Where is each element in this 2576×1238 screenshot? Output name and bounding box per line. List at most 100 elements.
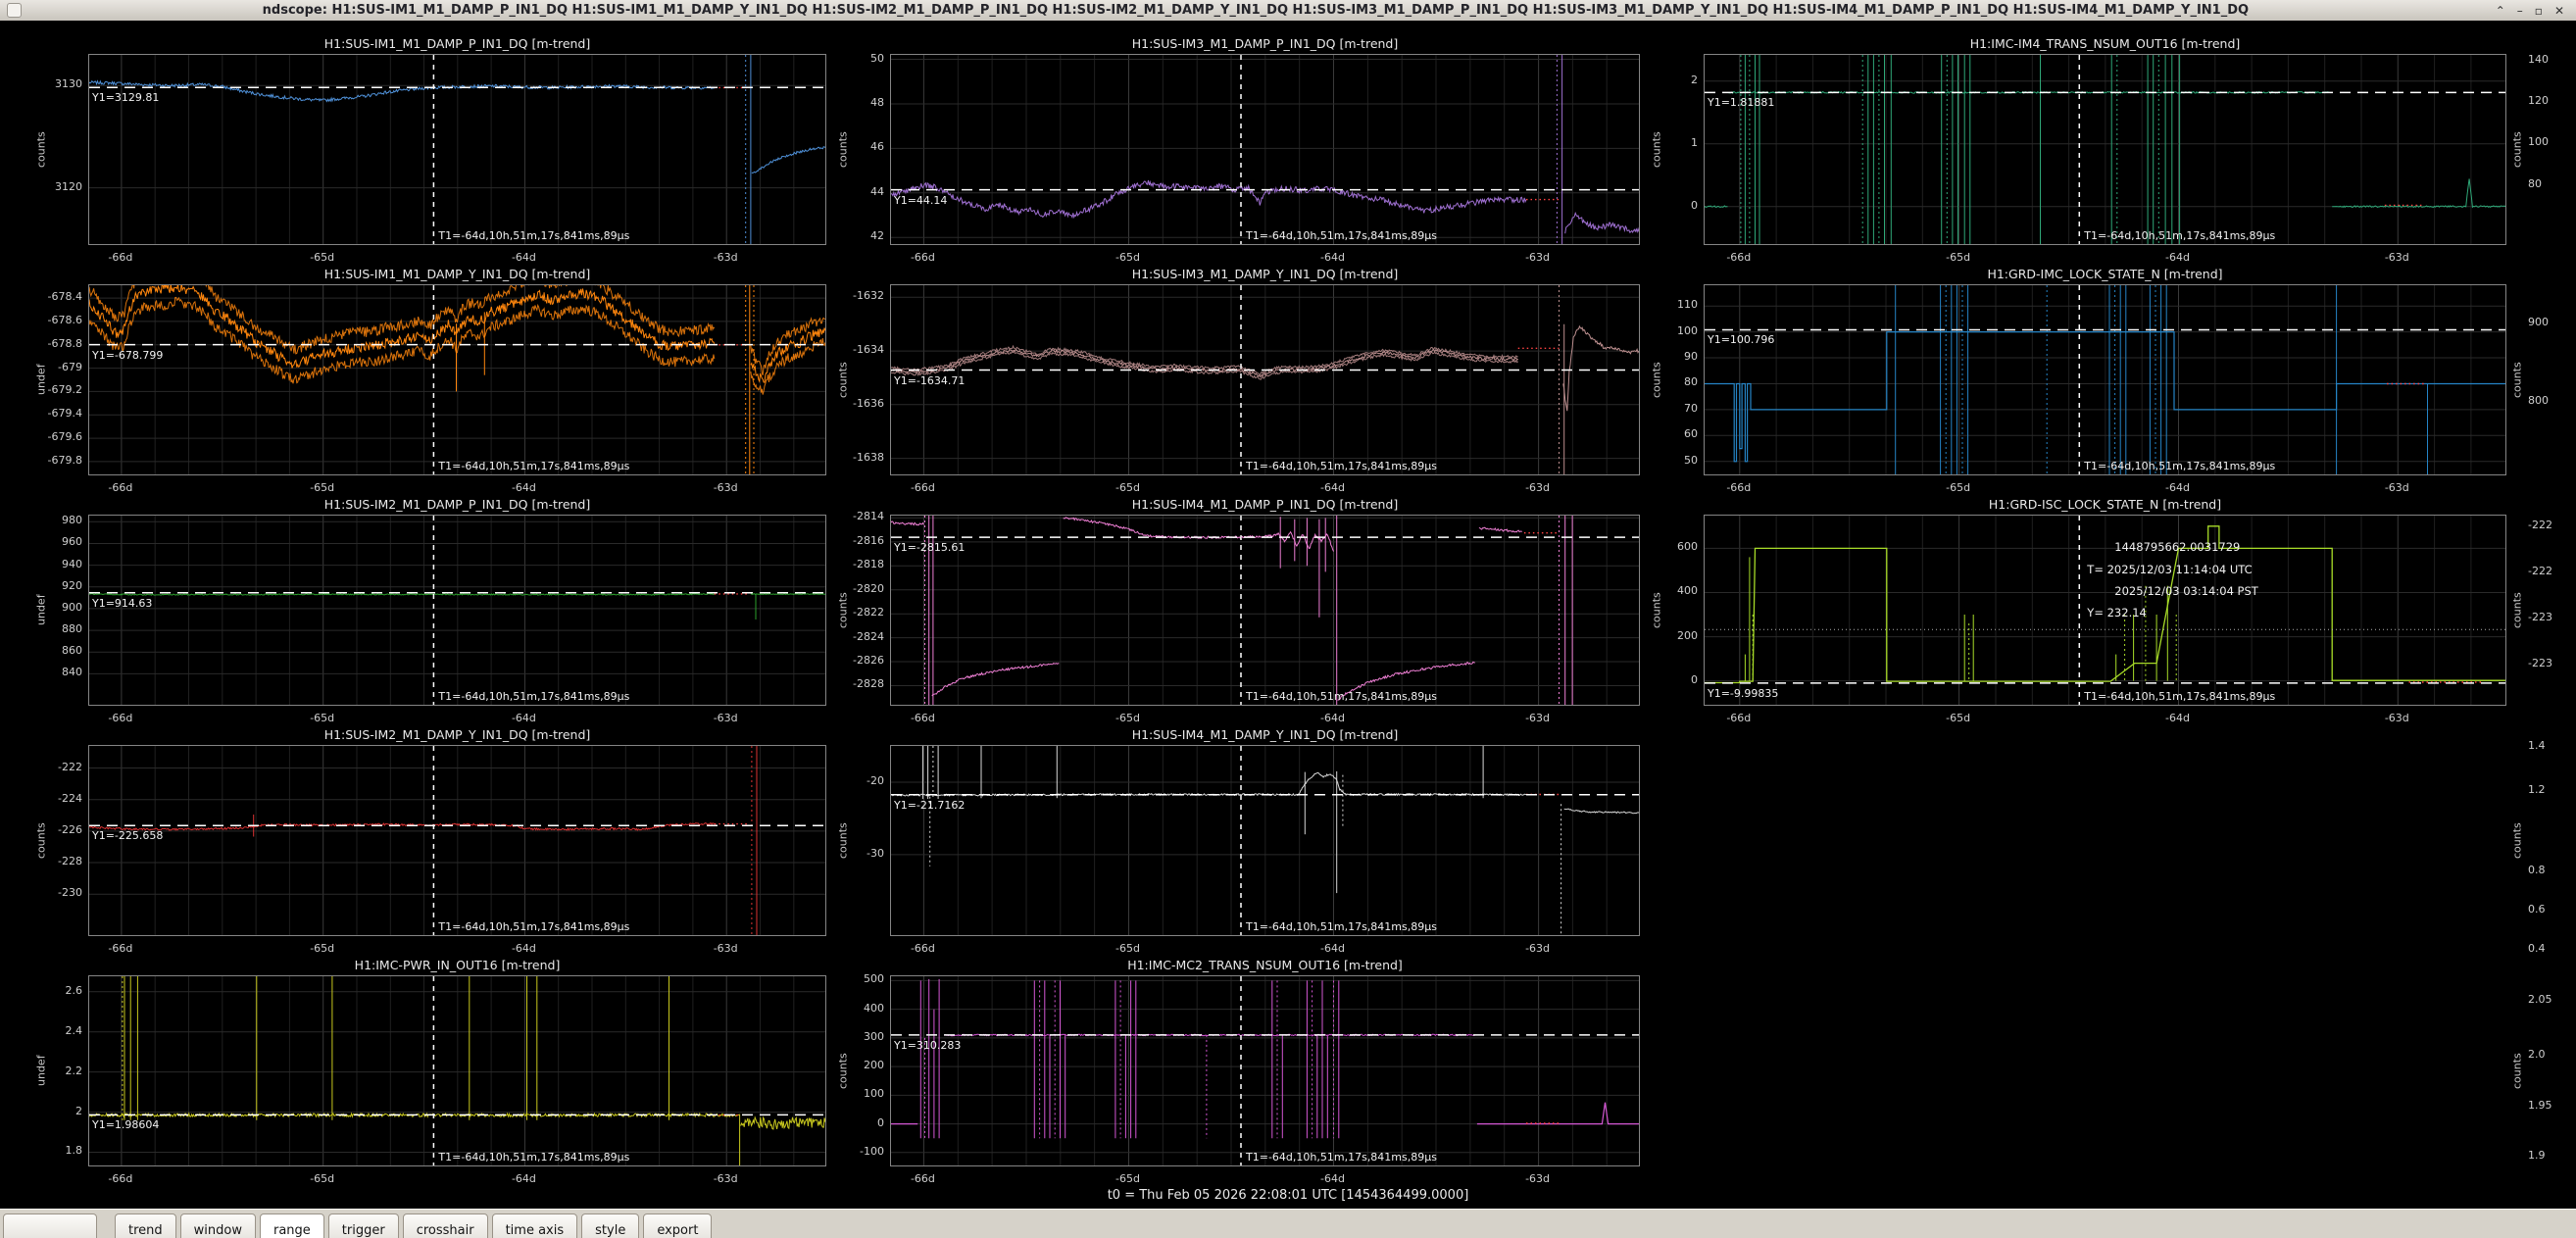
plot-area-sus-im1-m1-damp-y-in1-dq[interactable]: Y1=-678.799T1=-64d,10h,51m,17s,841ms,89µ… [88, 284, 826, 475]
plot-title: H1:SUS-IM1_M1_DAMP_P_IN1_DQ [m-trend] [88, 36, 826, 51]
x-tick-label: -66d [108, 1172, 132, 1185]
y-tick-label: 100 [1657, 324, 1698, 337]
x-tick-label: -64d [512, 712, 536, 724]
y-tick-label: -679.2 [41, 383, 82, 396]
t1-cursor-label: T1=-64d,10h,51m,17s,841ms,89µs [1246, 460, 1437, 472]
toolbar-button-range[interactable]: range [260, 1213, 324, 1238]
t1-cursor-label: T1=-64d,10h,51m,17s,841ms,89µs [2084, 460, 2275, 472]
plot-title: H1:SUS-IM3_M1_DAMP_Y_IN1_DQ [m-trend] [890, 267, 1640, 281]
plot-area-sus-im2-m1-damp-y-in1-dq[interactable]: Y1=-225.658T1=-64d,10h,51m,17s,841ms,89µ… [88, 745, 826, 936]
plot-cell-sus-im4-m1-damp-p-in1-dq: H1:SUS-IM4_M1_DAMP_P_IN1_DQ [m-trend]cou… [829, 495, 1643, 725]
y-tick-label: 860 [41, 644, 82, 657]
y-tick-label: 1.2 [2528, 783, 2546, 796]
y-tick-label: -679.4 [41, 407, 82, 420]
y-axis-label: counts [2510, 34, 2524, 265]
y-tick-label: 0.8 [2528, 864, 2546, 876]
y-axis-label: counts [33, 745, 49, 936]
y-tick-label: 2.6 [41, 984, 82, 997]
toolbar-button-trigger[interactable]: trigger [328, 1213, 399, 1238]
y-tick-label: 500 [843, 972, 884, 985]
toolbar-button-trend[interactable]: trend [115, 1213, 176, 1238]
y-tick-label: -100 [843, 1145, 884, 1158]
t1-cursor-label: T1=-64d,10h,51m,17s,841ms,89µs [438, 229, 629, 242]
x-tick-label: -65d [310, 481, 334, 494]
window-control[interactable]: ▫ [2535, 4, 2543, 18]
x-tick-label: -66d [1726, 251, 1751, 264]
x-tick-label: -64d [1320, 712, 1345, 724]
y1-cursor-label: Y1=3129.81 [92, 91, 159, 104]
x-tick-label: -63d [714, 481, 738, 494]
t1-cursor-label: T1=-64d,10h,51m,17s,841ms,89µs [1246, 920, 1437, 933]
x-tick-label: -65d [310, 942, 334, 955]
y-tick-label: 100 [2528, 135, 2549, 148]
x-tick-label: -65d [1946, 712, 1970, 724]
y-tick-label: -222 [41, 761, 82, 773]
window-control[interactable]: ⌃ [2496, 4, 2505, 18]
y-tick-label: 1 [1657, 136, 1698, 149]
y-tick-label: -30 [843, 847, 884, 860]
plot-area-imc-im4-trans-nsum-out16[interactable]: Y1=1.81881T1=-64d,10h,51m,17s,841ms,89µs [1704, 54, 2506, 245]
y1-cursor-label: Y1=-1634.71 [894, 374, 965, 387]
plot-cell-sus-im4-m1-damp-y-in1-dq: H1:SUS-IM4_M1_DAMP_Y_IN1_DQ [m-trend]cou… [829, 725, 1643, 956]
plot-title: H1:GRD-IMC_LOCK_STATE_N [m-trend] [1704, 267, 2506, 281]
x-tick-label: -65d [1115, 712, 1140, 724]
y-tick-label: -2814 [843, 510, 884, 522]
toolbar-button-export[interactable]: export [643, 1213, 712, 1238]
x-tick-label: -64d [1320, 481, 1345, 494]
t1-cursor-label: T1=-64d,10h,51m,17s,841ms,89µs [438, 460, 629, 472]
toolbar-button-style[interactable]: style [581, 1213, 639, 1238]
window-control[interactable]: – [2517, 4, 2523, 18]
y-tick-label: 42 [843, 229, 884, 242]
x-tick-label: -65d [1115, 942, 1140, 955]
y-tick-label: -1636 [843, 397, 884, 410]
plot-area-imc-mc2-trans-nsum-out16[interactable]: Y1=310.283T1=-64d,10h,51m,17s,841ms,89µs [890, 975, 1640, 1166]
y-tick-label: 2.0 [2528, 1048, 2546, 1061]
y-axis-label: counts [835, 284, 851, 475]
plot-area-sus-im3-m1-damp-p-in1-dq[interactable]: Y1=44.14T1=-64d,10h,51m,17s,841ms,89µs [890, 54, 1640, 245]
y-tick-label: -2826 [843, 654, 884, 667]
y-tick-label: -678.6 [41, 314, 82, 326]
y-tick-label: 90 [1657, 350, 1698, 363]
y-tick-label: 2.2 [41, 1065, 82, 1077]
y-tick-label: 0 [1657, 199, 1698, 212]
t1-cursor-label: T1=-64d,10h,51m,17s,841ms,89µs [1246, 1151, 1437, 1164]
x-tick-label: -64d [512, 251, 536, 264]
y-tick-label: -222 [2528, 565, 2552, 577]
x-tick-label: -63d [714, 251, 738, 264]
plot-area-sus-im4-m1-damp-p-in1-dq[interactable]: Y1=-2815.61T1=-64d,10h,51m,17s,841ms,89µ… [890, 515, 1640, 706]
x-tick-label: -66d [911, 942, 935, 955]
y-axis-label: counts [2510, 265, 2524, 495]
y-tick-label: -222 [2528, 519, 2552, 531]
toolbar-button-crosshair[interactable]: crosshair [403, 1213, 488, 1238]
y-tick-label: 1.8 [41, 1144, 82, 1157]
plot-area-grd-isc-lock-state-n[interactable]: Y1=-9.99835T1=-64d,10h,51m,17s,841ms,89µ… [1704, 515, 2506, 706]
plot-area-sus-im1-m1-damp-p-in1-dq[interactable]: Y1=3129.81 T1=-64d,10h,51m,17s,841ms,89µs [88, 54, 826, 245]
toolbar-button-time-axis[interactable]: time axis [492, 1213, 578, 1238]
y-tick-label: 44 [843, 185, 884, 198]
y-tick-label: 980 [41, 514, 82, 526]
window-control[interactable]: ✕ [2554, 4, 2564, 18]
toolbar-button-window[interactable]: window [180, 1213, 256, 1238]
y-tick-label: -679 [41, 361, 82, 373]
clipped-plot-column-row-3: counts-222-222-223-223 [2509, 495, 2576, 725]
y-tick-label: -223 [2528, 657, 2552, 669]
x-tick-label: -63d [714, 942, 738, 955]
x-tick-label: -64d [512, 481, 536, 494]
y1-cursor-label: Y1=-2815.61 [894, 541, 965, 554]
plot-area-imc-pwr-in-out16[interactable]: Y1=1.98604T1=-64d,10h,51m,17s,841ms,89µs [88, 975, 826, 1166]
clipped-plot-column-row-5: counts2.052.01.951.9 [2509, 956, 2576, 1186]
plot-title: H1:SUS-IM3_M1_DAMP_P_IN1_DQ [m-trend] [890, 36, 1640, 51]
plot-title: H1:GRD-ISC_LOCK_STATE_N [m-trend] [1704, 497, 2506, 512]
t1-cursor-label: T1=-64d,10h,51m,17s,841ms,89µs [2084, 690, 2275, 703]
plot-area-sus-im2-m1-damp-p-in1-dq[interactable]: Y1=914.63T1=-64d,10h,51m,17s,841ms,89µs [88, 515, 826, 706]
plot-area-sus-im4-m1-damp-y-in1-dq[interactable]: Y1=-21.7162T1=-64d,10h,51m,17s,841ms,89µ… [890, 745, 1640, 936]
plot-cell-sus-im2-m1-damp-y-in1-dq: H1:SUS-IM2_M1_DAMP_Y_IN1_DQ [m-trend]cou… [0, 725, 829, 956]
plot-title: H1:IMC-IM4_TRANS_NSUM_OUT16 [m-trend] [1704, 36, 2506, 51]
x-tick-label: -64d [1320, 942, 1345, 955]
plot-area-sus-im3-m1-damp-y-in1-dq[interactable]: Y1=-1634.71 T1=-64d,10h,51m,17s,841ms,89µ… [890, 284, 1640, 475]
plot-area-grd-imc-lock-state-n[interactable]: Y1=100.796T1=-64d,10h,51m,17s,841ms,89µs [1704, 284, 2506, 475]
toolbar-channel-button[interactable] [3, 1213, 97, 1238]
y-tick-label: -2818 [843, 558, 884, 570]
y-tick-label: 400 [843, 1002, 884, 1015]
y-tick-label: 3130 [41, 77, 82, 90]
